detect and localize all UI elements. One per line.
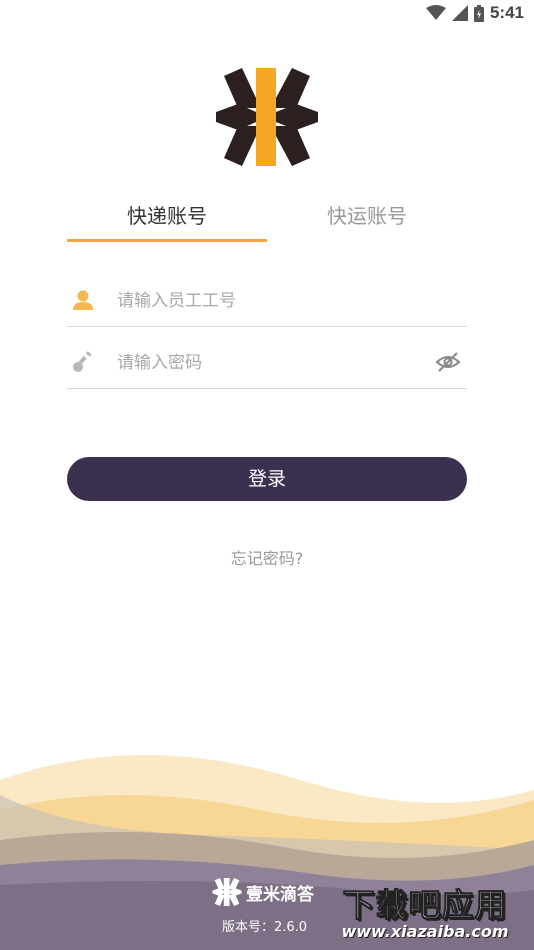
active-tab-indicator (67, 239, 267, 242)
battery-icon (473, 4, 484, 22)
tab-freight-account[interactable]: 快运账号 (267, 196, 467, 242)
tab-freight-label: 快运账号 (327, 204, 407, 228)
status-time: 5:41 (489, 3, 524, 22)
version-text: 版本号：2.6.0 (222, 920, 308, 935)
password-field (67, 336, 467, 389)
brand-name: 壹米滴答 (246, 884, 314, 905)
forgot-password-link[interactable]: 忘记密码? (0, 545, 534, 569)
employee-id-field (67, 274, 467, 327)
signal-icon (451, 5, 468, 21)
user-icon (73, 290, 93, 310)
tab-express-label: 快递账号 (127, 204, 207, 228)
login-button[interactable]: 登录 (67, 457, 467, 501)
brand-logo-icon (212, 878, 242, 906)
password-input[interactable] (115, 346, 419, 380)
app-logo (216, 68, 318, 166)
tab-express-account[interactable]: 快递账号 (67, 196, 267, 242)
employee-id-input[interactable] (115, 284, 419, 318)
wifi-icon (425, 5, 446, 20)
watermark: 下载吧应用 www.xiazaiba.com (320, 880, 530, 946)
eye-hidden-icon[interactable] (435, 349, 461, 375)
key-icon (73, 351, 92, 372)
watermark-title: 下载吧应用 (342, 886, 508, 925)
status-bar: 5:41 (0, 0, 534, 28)
watermark-url: www.xiazaiba.com (341, 922, 509, 941)
account-tabs: 快递账号 快运账号 (67, 196, 467, 242)
footer-brand: 壹米滴答 (212, 878, 314, 906)
